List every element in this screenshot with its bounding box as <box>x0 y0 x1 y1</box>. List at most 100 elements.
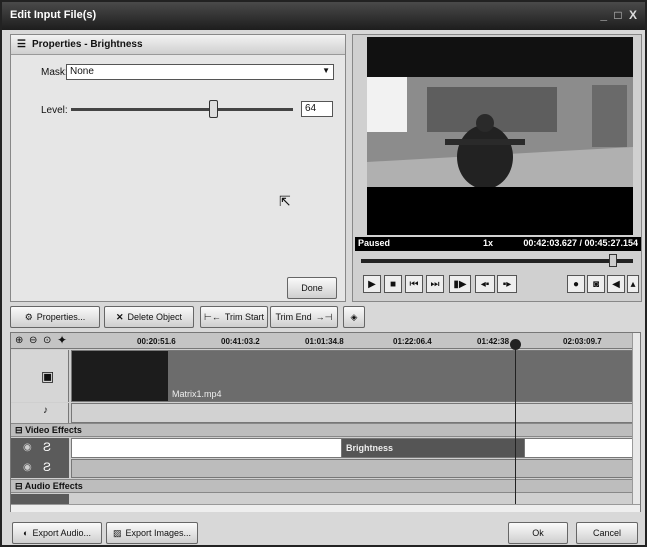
audio-effect-header <box>11 494 69 504</box>
export-audio-button[interactable]: ◐ Export Audio... <box>12 522 102 544</box>
collapse-icon: ⊟ <box>15 425 23 435</box>
title-bar: Edit Input File(s) _ □ X <box>2 2 645 30</box>
ruler-tick: 01:01:34.8 <box>305 337 344 346</box>
edit-input-window: Edit Input File(s) _ □ X ☰ Properties - … <box>0 0 647 547</box>
audio-effects-section[interactable]: ⊟ Audio Effects <box>11 479 640 493</box>
video-frame-image <box>367 37 633 235</box>
video-track-icon: ▣ <box>41 368 55 384</box>
zoom-out-icon[interactable]: ⊖ <box>29 335 37 346</box>
playhead[interactable] <box>515 341 516 504</box>
audio-track-icon: ♪ <box>43 405 48 416</box>
cancel-button[interactable]: Cancel <box>576 522 638 544</box>
trim-start-button[interactable]: ⊢← Trim Start <box>200 306 268 328</box>
zoom-in-icon[interactable]: ⊕ <box>15 335 23 346</box>
effect-name: Brightness <box>346 443 394 453</box>
effect-icon: Ƨ <box>43 460 52 474</box>
audio-track-header: ♪ <box>11 403 69 423</box>
image-export-icon: ▨ <box>112 527 122 538</box>
level-input[interactable]: 64 <box>301 101 333 117</box>
effect-icon: Ƨ <box>43 440 52 454</box>
delete-object-button[interactable]: ✕ Delete Object <box>104 306 194 328</box>
properties-icon: ⚙ <box>24 311 33 322</box>
video-track-header: ▣ <box>11 350 69 402</box>
properties-button-label: Properties... <box>36 312 86 322</box>
collapse-icon: ⊟ <box>15 481 23 491</box>
level-value: 64 <box>305 103 317 114</box>
audio-effects-label: Audio Effects <box>24 481 83 491</box>
skip-forward-icon[interactable]: ⏭ <box>426 275 444 293</box>
level-label: Level: <box>41 105 68 116</box>
brightness-effect-clip[interactable]: Brightness <box>341 438 525 458</box>
skip-back-icon[interactable]: ⏮ <box>405 275 423 293</box>
trim-end-label: Trim End <box>275 312 312 322</box>
audio-export-icon: ◐ <box>23 528 29 538</box>
effect-lane-2 <box>71 459 637 478</box>
level-slider-thumb[interactable] <box>209 100 219 118</box>
trim-end-arrow-icon: →⊣ <box>315 311 333 322</box>
playback-time: 00:42:03.627 / 00:45:27.154 <box>523 238 638 248</box>
effect-track-header: ◉ Ƨ ◉ Ƨ <box>11 438 69 478</box>
cancel-label: Cancel <box>592 528 621 538</box>
seek-bar[interactable] <box>361 259 633 263</box>
properties-panel: ☰ Properties - Brightness Mask: None ▼ L… <box>10 34 346 302</box>
mask-select[interactable]: None ▼ <box>66 64 334 80</box>
chevron-down-icon: ▼ <box>322 66 330 75</box>
volume-icon[interactable]: ◀ <box>607 275 625 293</box>
snapshot-camera-icon[interactable]: ◙ <box>587 275 605 293</box>
ruler-tick: 00:20:51.6 <box>137 337 176 346</box>
properties-title: Properties - Brightness <box>31 39 143 50</box>
video-preview <box>367 37 633 235</box>
video-effects-section[interactable]: ⊟ Video Effects <box>11 423 640 437</box>
properties-button[interactable]: ⚙ Properties... <box>10 306 100 328</box>
add-effect-icon: ◈ <box>350 311 358 322</box>
mark-in-icon[interactable]: ◂▪ <box>475 275 495 293</box>
ok-button[interactable]: Ok <box>508 522 568 544</box>
playback-status: Paused <box>358 238 391 248</box>
edit-toolbar: ⚙ Properties... ✕ Delete Object ⊢← Trim … <box>6 306 641 330</box>
properties-header: ☰ Properties - Brightness <box>11 35 345 55</box>
export-images-label: Export Images... <box>125 528 192 538</box>
window-controls[interactable]: _ □ X <box>600 8 639 22</box>
add-marker-icon[interactable]: ✦ <box>57 333 67 347</box>
export-images-button[interactable]: ▨ Export Images... <box>106 522 198 544</box>
video-clip[interactable]: Matrix1.mp4 <box>71 350 637 402</box>
play-icon[interactable]: ▶ <box>363 275 381 293</box>
video-effects-label: Video Effects <box>25 425 82 435</box>
add-effect-button[interactable]: ◈ <box>343 306 365 328</box>
eye-icon[interactable]: ◉ <box>23 442 32 453</box>
eye-icon[interactable]: ◉ <box>23 462 32 473</box>
timeline-ruler: ⊕ ⊖ ⊙ ✦ 00:20:51.6 00:41:03.2 01:01:34.8… <box>11 333 640 349</box>
ruler-tick: 02:03:09.7 <box>563 337 602 346</box>
done-label: Done <box>301 283 323 293</box>
zoom-fit-icon[interactable]: ⊙ <box>43 335 51 346</box>
level-slider-track[interactable] <box>71 108 293 111</box>
delete-button-label: Delete Object <box>127 312 183 322</box>
delete-icon: ✕ <box>115 311 124 322</box>
trim-start-label: Trim Start <box>224 312 265 322</box>
ruler-tick: 01:22:06.4 <box>393 337 432 346</box>
horizontal-scrollbar[interactable] <box>11 504 640 512</box>
volume-up-arrow-icon[interactable]: ▴ <box>627 275 639 293</box>
window-title: Edit Input File(s) <box>10 9 97 21</box>
done-button[interactable]: Done <box>287 277 337 299</box>
export-audio-label: Export Audio... <box>32 528 91 538</box>
stop-icon[interactable]: ■ <box>384 275 402 293</box>
playhead-knob[interactable] <box>510 339 521 350</box>
mouse-cursor-icon: ⇱ <box>279 193 291 209</box>
mask-label: Mask: <box>41 67 68 78</box>
preview-panel: Paused 1x 00:42:03.627 / 00:45:27.154 ▶ … <box>352 34 642 302</box>
timeline-area: ⊕ ⊖ ⊙ ✦ 00:20:51.6 00:41:03.2 01:01:34.8… <box>10 332 641 512</box>
seek-thumb[interactable] <box>608 254 617 267</box>
mask-value: None <box>70 66 94 77</box>
ruler-tick: 01:42:38 <box>477 337 510 346</box>
next-frame-icon[interactable]: ▮▶ <box>449 275 471 293</box>
trim-end-button[interactable]: Trim End →⊣ <box>270 306 338 328</box>
mark-out-icon[interactable]: ▪▸ <box>497 275 517 293</box>
vertical-scrollbar[interactable] <box>632 333 640 504</box>
playback-speed: 1x <box>483 238 494 248</box>
sliders-icon: ☰ <box>17 39 26 50</box>
record-icon[interactable]: ● <box>567 275 585 293</box>
audio-track-lane <box>71 403 637 423</box>
clip-thumbnail <box>72 351 168 401</box>
clip-name: Matrix1.mp4 <box>172 389 222 399</box>
